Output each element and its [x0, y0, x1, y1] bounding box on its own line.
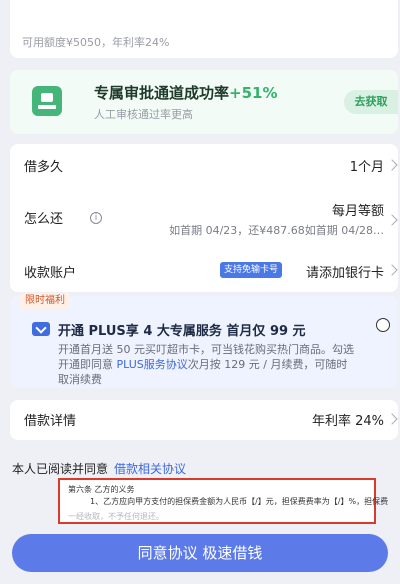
doc-clause-title: 第六条 乙方的义务	[68, 485, 135, 494]
details-label: 借款详情	[24, 414, 77, 429]
benefit-badge: 限时福利	[20, 293, 70, 309]
loan-agreement-link[interactable]: 借款相关协议	[114, 462, 186, 476]
approval-title: 专属审批通道成功率+51%	[94, 84, 278, 102]
available-credit-text: 可用额度¥5050，年利率24%	[22, 36, 170, 49]
account-chevron-icon	[386, 264, 398, 276]
approval-subtitle: 人工审核通过率更高	[94, 108, 193, 121]
plus-benefit-card[interactable]: 限时福利 开通 PLUS享 4 大专属服务 首月仅 99 元 开通首月送 50 …	[10, 293, 398, 388]
term-label: 借多久	[24, 160, 64, 175]
doc-faint-text: 一经收取，不予任何退还。	[68, 512, 164, 521]
repay-detail: 如首期 04/23，还¥487.68如首期 04/28…	[169, 224, 384, 237]
term-chevron-icon	[386, 159, 398, 171]
info-icon[interactable]: i	[90, 212, 102, 224]
plus-service-agreement-link[interactable]: PLUS服务协议	[117, 358, 188, 371]
agreement-prefix: 本人已阅读并同意	[12, 462, 109, 476]
get-approval-button[interactable]: 去获取	[344, 90, 398, 114]
loan-details-row[interactable]: 借款详情 年利率 24%	[10, 400, 398, 440]
no-card-input-badge: 支持免输卡号	[219, 262, 282, 278]
repay-chevron-icon	[386, 214, 398, 226]
details-value: 年利率 24%	[311, 414, 384, 429]
approval-rate: +51%	[229, 84, 278, 102]
agree-and-borrow-button[interactable]: 同意协议 极速借钱	[12, 534, 388, 572]
available-credit-card: 可用额度¥5050，年利率24%	[10, 0, 398, 58]
account-label: 收款账户	[24, 266, 77, 281]
add-bank-card[interactable]: 请添加银行卡	[306, 262, 384, 281]
agreement-line: 本人已阅读并同意 借款相关协议	[12, 460, 186, 477]
benefit-description: 开通首月送 50 元买叮超市卡，可当钱花购买热门商品。勾选开通即同意 PLUS服…	[58, 343, 354, 386]
loan-form-card: 借多久 1个月 怎么还 i 每月等额 如首期 04/23，还¥487.68如首期…	[10, 144, 398, 292]
details-chevron-icon	[386, 413, 398, 425]
doc-clause-text: 1、乙方应向甲方支付的担保费金额为人民币【/】元，担保费费率为【/】%，担保费	[90, 497, 389, 506]
benefit-title: 开通 PLUS享 4 大专属服务 首月仅 99 元	[58, 324, 306, 339]
plus-check-icon	[32, 322, 50, 336]
agreement-excerpt-box: 第六条 乙方的义务 1、乙方应向甲方支付的担保费金额为人民币【/】元，担保费费率…	[58, 478, 388, 524]
plus-opt-in-radio[interactable]	[376, 318, 390, 332]
approval-badge-icon	[32, 86, 62, 116]
approval-channel-banner[interactable]: 专属审批通道成功率+51% 人工审核通过率更高 去获取	[10, 70, 398, 134]
repay-value: 每月等额	[331, 204, 384, 219]
term-value: 1个月	[349, 160, 384, 175]
repay-label: 怎么还	[24, 212, 64, 227]
